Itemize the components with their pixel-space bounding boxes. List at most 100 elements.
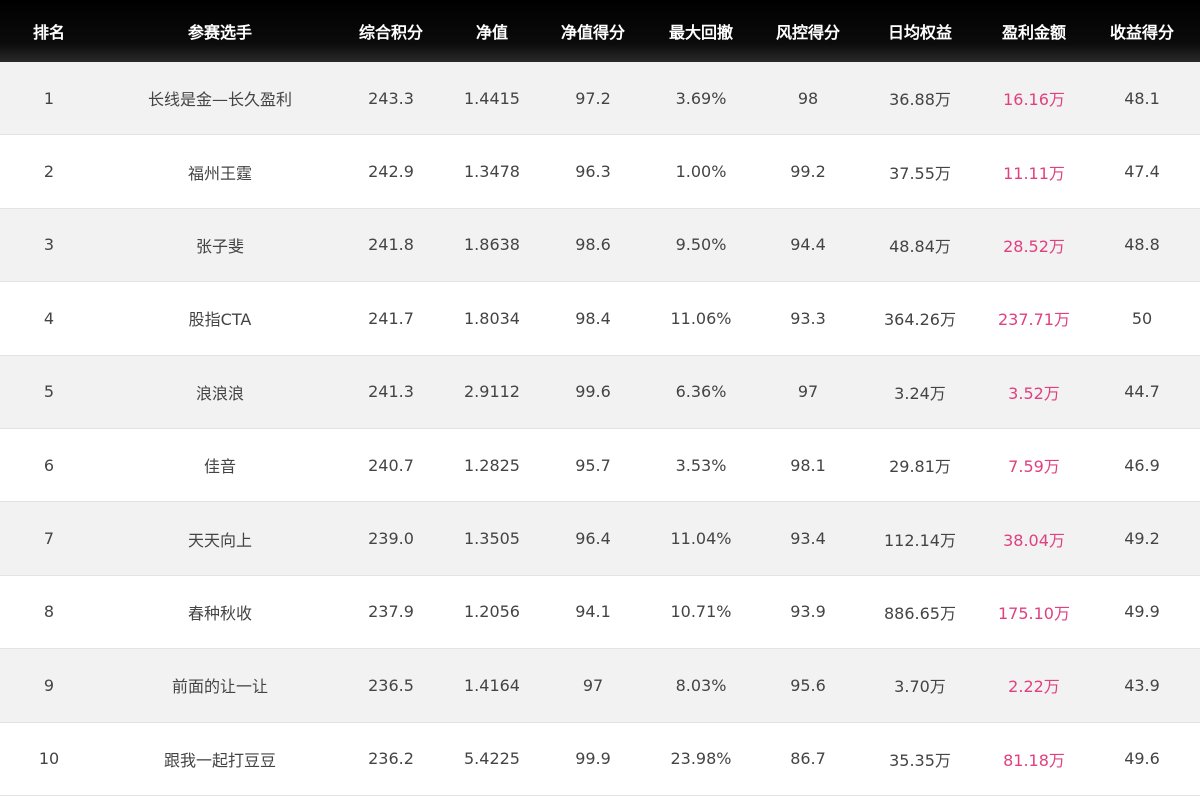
nav-cell: 2.9112 [464, 382, 520, 402]
return-score-cell: 48.1 [1124, 88, 1160, 108]
table-row[interactable]: 5 浪浪浪 241.3 2.9112 99.6 6.36% 97 3.24万 3.52万 44.7 [0, 355, 1200, 429]
nav-score-cell: 98.6 [575, 235, 611, 255]
nav-cell: 1.2825 [464, 455, 520, 475]
profit-cell: 175.10万 [998, 603, 1070, 623]
header-rank[interactable]: 排名 [0, 19, 98, 43]
table-row[interactable]: 8 春种秋收 237.9 1.2056 94.1 10.71% 93.9 886.65万 175… [0, 575, 1200, 650]
total-score-cell: 241.7 [368, 308, 414, 328]
table-row[interactable]: 7 天天向上 239.0 1.3505 96.4 11.04% 93.4 112.14万 38.… [0, 502, 1200, 576]
total-score-cell: 241.8 [368, 235, 414, 255]
total-score-cell: 236.2 [368, 749, 414, 769]
header-daily-equity[interactable]: 日均权益 [856, 19, 984, 43]
daily-equity-cell: 3.70万 [894, 677, 946, 697]
player-name: 浪浪浪 [195, 383, 244, 403]
return-score-cell: 49.9 [1124, 602, 1160, 622]
daily-equity-cell: 886.65万 [884, 603, 956, 623]
rank-cell: 5 [43, 382, 55, 402]
header-player[interactable]: 参赛选手 [98, 19, 342, 43]
profit-cell: 28.52万 [1003, 236, 1065, 256]
nav-score-cell: 96.3 [575, 162, 611, 182]
table-row[interactable]: 10 跟我一起打豆豆 236.2 5.4225 99.9 23.98% 86.7 35.35万… [0, 722, 1200, 796]
nav-score-cell: 99.9 [575, 749, 611, 769]
rank-cell: 7 [43, 529, 55, 549]
total-score-cell: 237.9 [368, 602, 414, 622]
profit-cell: 2.22万 [1008, 677, 1060, 697]
nav-cell: 1.4415 [464, 88, 520, 108]
risk-score-cell: 99.2 [790, 162, 826, 182]
header-total-score[interactable]: 综合积分 [342, 19, 440, 43]
table-row[interactable]: 1 长线是金—长久盈利 243.3 1.4415 97.2 3.69% 98 36.88万 16… [0, 62, 1200, 136]
total-score-cell: 243.3 [368, 88, 414, 108]
rank-cell: 8 [43, 602, 55, 622]
nav-cell: 1.4164 [464, 675, 520, 695]
daily-equity-cell: 35.35万 [889, 750, 951, 770]
header-nav[interactable]: 净值 [440, 19, 544, 43]
table-row[interactable]: 3 张子斐 241.8 1.8638 98.6 9.50% 94.4 48.84万 28.52万… [0, 208, 1200, 283]
return-score-cell: 49.2 [1124, 529, 1160, 549]
risk-score-cell: 86.7 [790, 749, 826, 769]
header-return-score[interactable]: 收益得分 [1084, 19, 1200, 43]
daily-equity-cell: 37.55万 [889, 163, 951, 183]
risk-score-cell: 95.6 [790, 675, 826, 695]
table-row[interactable]: 2 福州王霆 242.9 1.3478 96.3 1.00% 99.2 37.55万 11.11… [0, 135, 1200, 209]
max-drawdown-cell: 11.06% [670, 308, 732, 328]
nav-score-cell: 97 [582, 675, 604, 695]
return-score-cell: 50 [1131, 308, 1153, 328]
risk-score-cell: 98.1 [790, 455, 826, 475]
total-score-cell: 239.0 [368, 529, 414, 549]
nav-score-cell: 97.2 [575, 88, 611, 108]
rank-cell: 9 [43, 675, 55, 695]
rank-cell: 3 [43, 235, 55, 255]
max-drawdown-cell: 10.71% [670, 602, 732, 622]
table-row[interactable]: 4 股指CTA 241.7 1.8034 98.4 11.06% 93.3 364.26万 23… [0, 282, 1200, 356]
header-risk-score[interactable]: 风控得分 [760, 19, 856, 43]
player-name: 长线是金—长久盈利 [147, 90, 292, 110]
table-header: 排名 参赛选手 综合积分 净值 净值得分 最大回撤 风控得分 日均权益 盈利金额… [0, 0, 1200, 62]
table-row[interactable]: 9 前面的让一让 236.5 1.4164 97 8.03% 95.6 3.70万 2.22万 4… [0, 649, 1200, 723]
player-name: 股指CTA [188, 310, 252, 330]
profit-cell: 38.04万 [1003, 530, 1065, 550]
table-body: 1 长线是金—长久盈利 243.3 1.4415 97.2 3.69% 98 36.88万 16… [0, 62, 1200, 796]
player-name: 跟我一起打豆豆 [163, 750, 276, 770]
player-name: 福州王霆 [187, 163, 252, 183]
total-score-cell: 242.9 [368, 162, 414, 182]
max-drawdown-cell: 6.36% [675, 382, 727, 402]
total-score-cell: 241.3 [368, 382, 414, 402]
max-drawdown-cell: 11.04% [670, 529, 732, 549]
profit-cell: 7.59万 [1008, 457, 1060, 477]
return-score-cell: 44.7 [1124, 382, 1160, 402]
max-drawdown-cell: 1.00% [675, 162, 727, 182]
nav-score-cell: 96.4 [575, 529, 611, 549]
nav-cell: 1.8034 [464, 308, 520, 328]
player-name: 天天向上 [187, 530, 252, 550]
return-score-cell: 46.9 [1124, 455, 1160, 475]
max-drawdown-cell: 3.69% [675, 88, 727, 108]
profit-cell: 81.18万 [1003, 750, 1065, 770]
header-nav-score[interactable]: 净值得分 [544, 19, 642, 43]
table-row[interactable]: 6 佳音 240.7 1.2825 95.7 3.53% 98.1 29.81万 7.59万 46… [0, 428, 1200, 503]
header-max-drawdown[interactable]: 最大回撤 [642, 19, 760, 43]
nav-cell: 1.2056 [464, 602, 520, 622]
header-profit[interactable]: 盈利金额 [984, 19, 1084, 43]
max-drawdown-cell: 8.03% [675, 675, 727, 695]
daily-equity-cell: 29.81万 [889, 457, 951, 477]
return-score-cell: 48.8 [1124, 235, 1160, 255]
total-score-cell: 236.5 [368, 675, 414, 695]
daily-equity-cell: 112.14万 [884, 530, 956, 550]
rank-cell: 10 [38, 749, 60, 769]
profit-cell: 11.11万 [1003, 163, 1065, 183]
rank-cell: 1 [43, 88, 55, 108]
nav-score-cell: 99.6 [575, 382, 611, 402]
max-drawdown-cell: 23.98% [670, 749, 732, 769]
total-score-cell: 240.7 [368, 455, 414, 475]
risk-score-cell: 93.4 [790, 529, 826, 549]
nav-cell: 5.4225 [464, 749, 520, 769]
return-score-cell: 47.4 [1124, 162, 1160, 182]
profit-cell: 3.52万 [1008, 383, 1060, 403]
player-name: 张子斐 [195, 236, 244, 256]
nav-cell: 1.8638 [464, 235, 520, 255]
nav-cell: 1.3478 [464, 162, 520, 182]
daily-equity-cell: 36.88万 [889, 90, 951, 110]
return-score-cell: 49.6 [1124, 749, 1160, 769]
risk-score-cell: 93.9 [790, 602, 826, 622]
